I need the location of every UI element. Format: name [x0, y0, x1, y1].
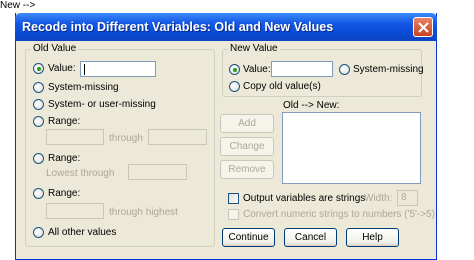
range-lowest-input[interactable]	[128, 164, 187, 180]
range-radio-1[interactable]	[33, 116, 44, 127]
close-icon	[418, 22, 429, 33]
output-strings-label: Output variables are strings	[243, 193, 366, 204]
new-value-input[interactable]	[271, 61, 333, 77]
old-system-missing-radio[interactable]	[33, 82, 44, 93]
old-system-user-missing-label: System- or user-missing	[48, 99, 156, 110]
new-system-missing-label: System-missing	[353, 64, 424, 75]
convert-numeric-label: Convert numeric strings to numbers ('5'-…	[243, 209, 435, 220]
old-value-input[interactable]	[80, 61, 156, 77]
range-label-1: Range:	[48, 116, 81, 127]
new-value-radio[interactable]	[229, 64, 240, 75]
remove-button[interactable]: Remove	[220, 160, 274, 179]
width-label: Width:	[364, 193, 393, 204]
range-label-2: Range:	[48, 153, 81, 164]
old-system-missing-label: System-missing	[48, 82, 119, 93]
new-value-legend: New Value	[228, 43, 280, 54]
old-value-label: Value:	[48, 63, 76, 74]
help-button[interactable]: Help	[346, 228, 399, 247]
range-to-input[interactable]	[148, 129, 207, 145]
range-radio-2[interactable]	[33, 153, 44, 164]
convert-numeric-checkbox[interactable]	[228, 209, 239, 220]
range-lowest-label: Lowest through	[46, 168, 115, 179]
range-highest-label: through highest	[109, 207, 178, 218]
copy-old-radio[interactable]	[229, 81, 240, 92]
range-from-input[interactable]	[46, 129, 104, 145]
old-new-listbox[interactable]	[282, 112, 421, 184]
change-button[interactable]: Change	[220, 137, 274, 156]
new-value-label: Value:	[243, 64, 271, 75]
cancel-button[interactable]: Cancel	[284, 228, 337, 247]
old-value-legend: Old Value	[31, 43, 79, 54]
all-other-label: All other values	[48, 227, 117, 238]
add-button[interactable]: Add	[220, 114, 274, 133]
old-value-radio[interactable]	[33, 63, 44, 74]
continue-button[interactable]: Continue	[222, 228, 275, 247]
range-label-3: Range:	[48, 188, 81, 199]
range-through-label: through	[109, 133, 143, 144]
old-new-label: Old --> New:	[283, 100, 340, 111]
copy-old-label: Copy old value(s)	[243, 81, 321, 92]
width-input[interactable]: 8	[397, 190, 418, 206]
range-highest-input[interactable]	[46, 203, 104, 219]
text-caret	[84, 64, 85, 75]
new-system-missing-radio[interactable]	[339, 64, 350, 75]
window-title: Recode into Different Variables: Old and…	[22, 20, 334, 34]
output-strings-checkbox[interactable]	[228, 193, 239, 204]
title-bar[interactable]: Recode into Different Variables: Old and…	[15, 13, 437, 41]
old-system-user-missing-radio[interactable]	[33, 99, 44, 110]
range-radio-3[interactable]	[33, 188, 44, 199]
all-other-radio[interactable]	[33, 227, 44, 238]
close-button[interactable]	[413, 17, 433, 37]
